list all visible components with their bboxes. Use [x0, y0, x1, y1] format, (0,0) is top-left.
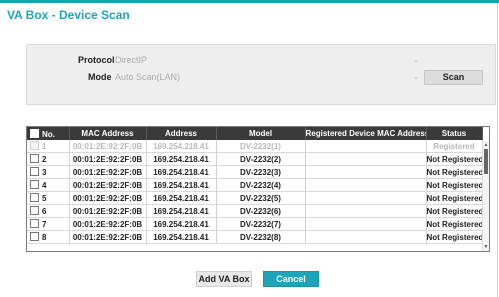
row-checkbox[interactable]	[30, 219, 39, 228]
row-no-cell: 7	[27, 217, 70, 231]
address-cell: 169.254.218.41	[146, 178, 217, 192]
cancel-button[interactable]: Cancel	[263, 271, 319, 287]
table-row[interactable]: 8 00:01:2E:92:2F:0B 169.254.218.41 DV-22…	[27, 230, 483, 244]
mac-cell: 00:01:2E:92:2F:0B	[69, 217, 147, 231]
registered-mac-cell	[305, 152, 427, 166]
model-cell: DV-2232(3)	[216, 165, 306, 179]
scan-button[interactable]: Scan	[424, 70, 483, 85]
row-no-cell: 6	[27, 204, 70, 218]
row-no-cell: 4	[27, 178, 70, 192]
protocol-value: DirectIP	[115, 55, 148, 65]
window-border	[497, 3, 498, 297]
table-row[interactable]: 6 00:01:2E:92:2F:0B 169.254.218.41 DV-22…	[27, 204, 483, 218]
protocol-select[interactable]: DirectIP ⌄	[113, 54, 421, 67]
mac-cell: 00:01:2E:92:2F:0B	[69, 140, 147, 153]
row-no-cell: 1	[27, 140, 70, 153]
address-cell: 169.254.218.41	[146, 230, 217, 244]
address-cell: 169.254.218.41	[146, 152, 217, 166]
column-header-mac: MAC Address	[69, 127, 147, 140]
row-no-cell: 3	[27, 165, 70, 179]
address-cell: 169.254.218.41	[146, 191, 217, 205]
address-cell: 169.254.218.41	[146, 204, 217, 218]
chevron-down-icon: ⌄	[413, 74, 419, 81]
status-cell: Not Registered	[426, 178, 483, 192]
row-checkbox[interactable]	[30, 232, 39, 241]
registered-mac-cell	[305, 230, 427, 244]
row-no-cell: 2	[27, 152, 70, 166]
row-checkbox[interactable]	[30, 180, 39, 189]
status-cell: Not Registered	[426, 217, 483, 231]
status-cell: Not Registered	[426, 165, 483, 179]
model-cell: DV-2232(2)	[216, 152, 306, 166]
arrow-up-icon[interactable]: ▲	[483, 142, 489, 148]
table-header-row: No. MAC Address Address Model Registered…	[27, 127, 483, 140]
registered-mac-cell	[305, 191, 427, 205]
row-checkbox[interactable]	[30, 154, 39, 163]
device-table-grid: No. MAC Address Address Model Registered…	[27, 127, 483, 244]
column-header-address: Address	[146, 127, 217, 140]
registered-mac-cell	[305, 217, 427, 231]
row-no-cell: 8	[27, 230, 70, 244]
status-cell: Not Registered	[426, 152, 483, 166]
device-table: No. MAC Address Address Model Registered…	[26, 126, 490, 252]
model-cell: DV-2232(6)	[216, 204, 306, 218]
protocol-label: Protocol	[78, 55, 115, 65]
table-row[interactable]: 3 00:01:2E:92:2F:0B 169.254.218.41 DV-22…	[27, 165, 483, 179]
table-row[interactable]: 7 00:01:2E:92:2F:0B 169.254.218.41 DV-22…	[27, 217, 483, 231]
mac-cell: 00:01:2E:92:2F:0B	[69, 178, 147, 192]
row-checkbox[interactable]	[30, 167, 39, 176]
dialog-title: VA Box - Device Scan	[7, 8, 130, 22]
scrollbar-thumb[interactable]	[484, 149, 488, 174]
registered-mac-cell	[305, 140, 427, 153]
table-scrollbar[interactable]: ▲ ▼	[482, 141, 489, 251]
chevron-down-icon: ⌄	[413, 57, 419, 64]
table-row[interactable]: 5 00:01:2E:92:2F:0B 169.254.218.41 DV-22…	[27, 191, 483, 205]
column-header-registered-mac: Registered Device MAC Address	[305, 127, 427, 140]
model-cell: DV-2232(4)	[216, 178, 306, 192]
address-cell: 169.254.218.41	[146, 165, 217, 179]
address-cell: 169.254.218.41	[146, 217, 217, 231]
row-checkbox[interactable]	[30, 193, 39, 202]
table-row[interactable]: 4 00:01:2E:92:2F:0B 169.254.218.41 DV-22…	[27, 178, 483, 192]
select-all-checkbox[interactable]	[30, 128, 39, 138]
mac-cell: 00:01:2E:92:2F:0B	[69, 204, 147, 218]
mac-cell: 00:01:2E:92:2F:0B	[69, 191, 147, 205]
mode-label: Mode	[88, 72, 112, 82]
mac-cell: 00:01:2E:92:2F:0B	[69, 230, 147, 244]
column-header-status: Status	[426, 127, 483, 140]
registered-mac-cell	[305, 178, 427, 192]
mac-cell: 00:01:2E:92:2F:0B	[69, 152, 147, 166]
address-cell: 169.254.218.41	[146, 140, 217, 153]
table-row[interactable]: 1 00:01:2E:92:2F:0B 169.254.218.41 DV-22…	[27, 140, 483, 153]
mac-cell: 00:01:2E:92:2F:0B	[69, 165, 147, 179]
status-cell: Not Registered	[426, 191, 483, 205]
row-checkbox[interactable]	[30, 206, 39, 215]
add-va-box-button[interactable]: Add VA Box	[196, 271, 252, 287]
column-header-no[interactable]: No.	[27, 127, 70, 140]
row-checkbox[interactable]	[30, 141, 39, 150]
model-cell: DV-2232(7)	[216, 217, 306, 231]
status-cell: Not Registered	[426, 230, 483, 244]
mode-select[interactable]: Auto Scan(LAN) ⌄	[113, 71, 421, 84]
top-accent-bar	[0, 0, 499, 3]
model-cell: DV-2232(8)	[216, 230, 306, 244]
status-cell: Registered	[426, 140, 483, 153]
row-no-cell: 5	[27, 191, 70, 205]
mode-value: Auto Scan(LAN)	[115, 72, 181, 82]
model-cell: DV-2232(5)	[216, 191, 306, 205]
registered-mac-cell	[305, 165, 427, 179]
table-row[interactable]: 2 00:01:2E:92:2F:0B 169.254.218.41 DV-22…	[27, 152, 483, 166]
arrow-down-icon[interactable]: ▼	[483, 244, 489, 250]
column-header-model: Model	[216, 127, 306, 140]
registered-mac-cell	[305, 204, 427, 218]
model-cell: DV-2232(1)	[216, 140, 306, 153]
status-cell: Not Registered	[426, 204, 483, 218]
